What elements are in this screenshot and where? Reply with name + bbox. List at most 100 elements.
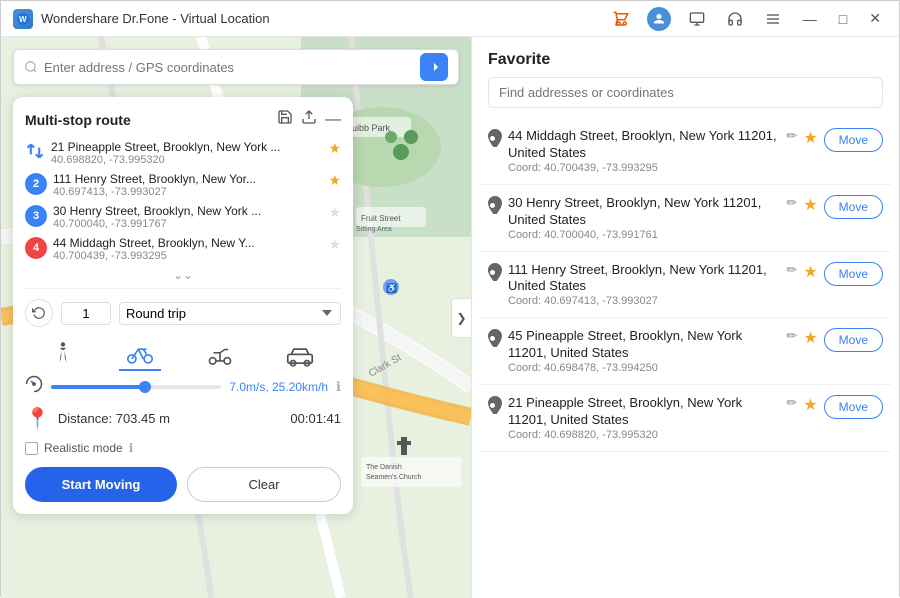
svg-text:Sitting Area: Sitting Area [356, 226, 392, 233]
distance-row: 📍 Distance: 703.45 m 00:01:41 [25, 406, 341, 431]
speed-row: 7.0m/s, 25.20km/h ℹ [25, 375, 341, 398]
speed-bar [51, 385, 221, 389]
stop-3-info: 30 Henry Street, Brooklyn, New York ... … [53, 204, 322, 230]
stop-1-coords: 40.698820, -73.995320 [51, 154, 322, 166]
fav-edit-icon-1[interactable]: ✏ [786, 128, 797, 144]
close-btn[interactable]: ✕ [863, 8, 887, 29]
search-go-btn[interactable] [420, 53, 448, 81]
speed-info-icon[interactable]: ℹ [336, 379, 341, 395]
fav-move-btn-5[interactable]: Move [824, 395, 883, 419]
stop-4-star[interactable]: ★ [328, 236, 341, 253]
route-stop-4: 4 44 Middagh Street, Brooklyn, New Y... … [25, 236, 341, 262]
fav-name-3: 111 Henry Street, Brooklyn, New York 112… [508, 262, 780, 296]
export-route-icon[interactable] [301, 109, 317, 130]
stop-3-number: 3 [25, 205, 47, 227]
fav-star-3[interactable]: ★ [803, 262, 817, 282]
stop-2-star[interactable]: ★ [328, 172, 341, 189]
menu-icon-btn[interactable] [759, 5, 787, 33]
fav-pin-icon-3 [488, 263, 502, 286]
scooter-btn[interactable] [199, 341, 241, 371]
fav-move-btn-3[interactable]: Move [824, 262, 883, 286]
app-title: Wondershare Dr.Fone - Virtual Location [41, 11, 270, 26]
speed-fill [51, 385, 145, 389]
fav-edit-icon-5[interactable]: ✏ [786, 395, 797, 411]
user-icon-btn[interactable] [645, 5, 673, 33]
route-stop-2: 2 111 Henry Street, Brooklyn, New Yor...… [25, 172, 341, 198]
distance-label: Distance: 703.45 m [58, 411, 170, 426]
minimize-btn[interactable]: — [797, 9, 823, 29]
stop-2-info: 111 Henry Street, Brooklyn, New Yor... 4… [53, 172, 322, 198]
speedometer-icon [25, 375, 43, 398]
fav-move-btn-4[interactable]: Move [824, 328, 883, 352]
fav-pin-icon-4 [488, 329, 502, 352]
fav-coords-1: Coord: 40.700439, -73.993295 [508, 162, 780, 174]
right-panel: Favorite 44 Middagh Street, Brooklyn, Ne… [471, 37, 899, 598]
search-bar [13, 49, 459, 85]
controls-area: Round trip Loop One way [25, 288, 341, 502]
realistic-info-icon[interactable]: ℹ [129, 441, 134, 455]
favorite-search-input[interactable] [488, 77, 883, 108]
stop-1-star[interactable]: ★ [328, 140, 341, 157]
favorite-title: Favorite [472, 37, 899, 77]
fav-edit-icon-3[interactable]: ✏ [786, 262, 797, 278]
expand-panel-arrow[interactable]: ❯ [451, 298, 471, 338]
fav-pin-icon-5 [488, 396, 502, 419]
transport-row [25, 337, 341, 371]
collapse-route-icon[interactable]: — [325, 112, 341, 128]
fav-name-1: 44 Middagh Street, Brooklyn, New York 11… [508, 128, 780, 162]
start-moving-button[interactable]: Start Moving [25, 467, 177, 502]
fav-coords-5: Coord: 40.698820, -73.995320 [508, 429, 780, 441]
route-stop-1: 21 Pineapple Street, Brooklyn, New York … [25, 140, 341, 166]
walk-btn[interactable] [44, 337, 82, 371]
fav-name-4: 45 Pineapple Street, Brooklyn, New York … [508, 328, 780, 362]
fav-edit-icon-2[interactable]: ✏ [786, 195, 797, 211]
fav-pin-icon-2 [488, 196, 502, 219]
fav-star-5[interactable]: ★ [803, 395, 817, 415]
svg-text:♿: ♿ [386, 282, 397, 293]
headphone-icon-btn[interactable] [721, 5, 749, 33]
title-bar-right: — □ ✕ [607, 5, 887, 33]
stop-2-coords: 40.697413, -73.993027 [53, 186, 322, 198]
action-buttons: Start Moving Clear [25, 467, 341, 502]
stop-4-info: 44 Middagh Street, Brooklyn, New Y... 40… [53, 236, 322, 262]
fav-star-4[interactable]: ★ [803, 328, 817, 348]
fav-info-3: 111 Henry Street, Brooklyn, New York 112… [508, 262, 780, 308]
stop-3-coords: 40.700040, -73.991767 [53, 218, 322, 230]
stop-4-number: 4 [25, 237, 47, 259]
loop-row: Round trip Loop One way [25, 299, 341, 327]
car-btn[interactable] [278, 343, 322, 371]
realistic-checkbox[interactable] [25, 442, 38, 455]
stop-3-star[interactable]: ★ [328, 204, 341, 221]
show-more-chevron[interactable]: ⌄⌄ [25, 268, 341, 282]
fav-info-4: 45 Pineapple Street, Brooklyn, New York … [508, 328, 780, 374]
stop-3-name: 30 Henry Street, Brooklyn, New York ... [53, 204, 322, 218]
cart-icon-btn[interactable] [607, 5, 635, 33]
fav-star-1[interactable]: ★ [803, 128, 817, 148]
bike-btn[interactable] [119, 339, 161, 371]
left-panel: Squibb Park Fruit Street Sitting Area [1, 37, 471, 598]
clear-button[interactable]: Clear [187, 467, 341, 502]
stop-arrows-icon [25, 141, 45, 166]
fav-move-btn-1[interactable]: Move [824, 128, 883, 152]
fav-move-btn-2[interactable]: Move [824, 195, 883, 219]
fav-star-2[interactable]: ★ [803, 195, 817, 215]
realistic-label: Realistic mode [44, 441, 123, 455]
fav-info-2: 30 Henry Street, Brooklyn, New York 1120… [508, 195, 780, 241]
search-input[interactable] [44, 60, 420, 75]
search-icon [24, 60, 38, 74]
realistic-row: Realistic mode ℹ [25, 441, 341, 455]
speed-slider[interactable] [51, 385, 221, 389]
fav-coords-3: Coord: 40.697413, -73.993027 [508, 295, 780, 307]
monitor-icon-btn[interactable] [683, 5, 711, 33]
speed-value: 7.0m/s, 25.20km/h [229, 380, 328, 394]
fav-pin-icon-1 [488, 129, 502, 152]
distance-pin-icon: 📍 [25, 406, 50, 431]
save-route-icon[interactable] [277, 109, 293, 130]
loop-type-select[interactable]: Round trip Loop One way [119, 302, 341, 325]
maximize-btn[interactable]: □ [833, 9, 853, 29]
fav-edit-icon-4[interactable]: ✏ [786, 328, 797, 344]
route-panel-title: Multi-stop route [25, 112, 131, 128]
main-content: Squibb Park Fruit Street Sitting Area [1, 37, 899, 598]
loop-count-input[interactable] [61, 302, 111, 325]
loop-icon [25, 299, 53, 327]
